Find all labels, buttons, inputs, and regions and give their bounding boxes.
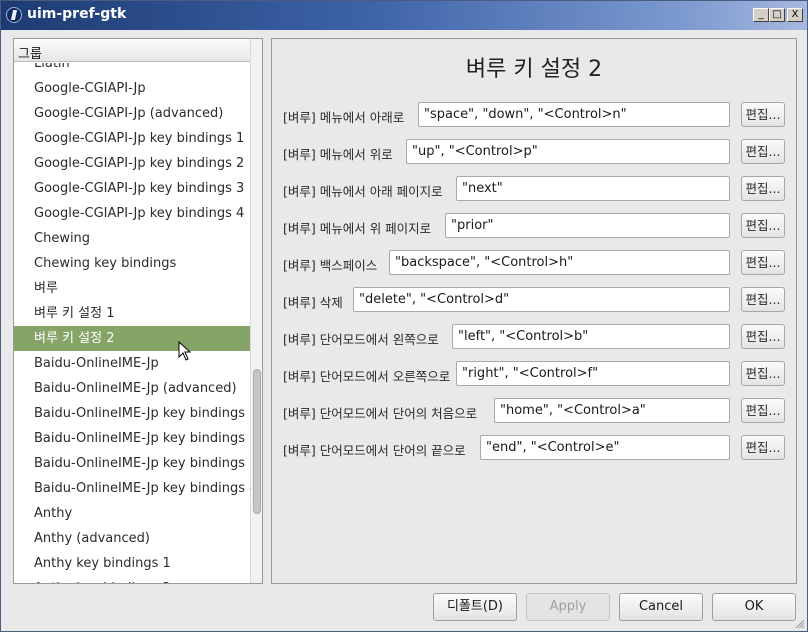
group-list-item[interactable]: Baidu-OnlineIME-Jp key bindings 2 — [14, 426, 250, 451]
group-list-item[interactable]: Anthy key bindings 2 — [14, 576, 250, 583]
group-list-item[interactable]: Chewing — [14, 226, 250, 251]
page-title: 벼루 키 설정 2 — [465, 57, 603, 82]
group-list-item[interactable]: Baidu-OnlineIME-Jp key bindings 1 — [14, 401, 250, 426]
key-binding-field[interactable]: "left", "<Control>b" — [452, 324, 730, 349]
group-list-items: Llatin Google-CGIAPI-Jp Google-CGIAPI-Jp (… — [14, 63, 250, 583]
close-button[interactable]: X — [787, 8, 803, 22]
setting-label: [벼루] 메뉴에서 위 페이지로 — [283, 221, 432, 236]
group-list-item[interactable]: Chewing key bindings — [14, 251, 250, 276]
edit-button[interactable]: 편집... — [741, 398, 785, 423]
group-list-item[interactable]: Google-CGIAPI-Jp (advanced) — [14, 101, 250, 126]
edit-button[interactable]: 편집... — [741, 435, 785, 460]
defaults-button[interactable]: 디폴트(D) — [433, 593, 517, 621]
group-list-item[interactable]: Google-CGIAPI-Jp key bindings 3 — [14, 176, 250, 201]
key-binding-field[interactable]: "delete", "<Control>d" — [353, 287, 730, 312]
group-list-item[interactable]: Baidu-OnlineIME-Jp key bindings 4 — [14, 476, 250, 501]
edit-button[interactable]: 편집... — [741, 176, 785, 201]
key-binding-field[interactable]: "end", "<Control>e" — [480, 435, 730, 460]
group-list-item[interactable]: Google-CGIAPI-Jp key bindings 1 — [14, 126, 250, 151]
group-list-item[interactable]: Baidu-OnlineIME-Jp key bindings 3 — [14, 451, 250, 476]
group-list-item[interactable]: 벼루 — [14, 276, 250, 301]
cancel-button[interactable]: Cancel — [619, 593, 703, 621]
setting-row: [벼루] 메뉴에서 아래 페이지로 "next" 편집... — [272, 176, 796, 202]
preferences-window: uim-pref-gtk _ □ X 그룹 Llatin Google-CGIAP… — [0, 0, 808, 632]
maximize-button[interactable]: □ — [769, 8, 785, 22]
group-list-item[interactable]: Google-CGIAPI-Jp key bindings 2 — [14, 151, 250, 176]
scrollbar-thumb[interactable] — [253, 369, 261, 514]
setting-row: [벼루] 단어모드에서 오른쪽으로 "right", "<Control>f" 편집… — [272, 361, 796, 387]
window-title: uim-pref-gtk — [27, 6, 127, 22]
key-binding-field[interactable]: "prior" — [445, 213, 730, 238]
group-list-item[interactable]: Anthy key bindings 1 — [14, 551, 250, 576]
uim-logo-icon — [6, 7, 22, 23]
setting-row: [벼루] 삭제 "delete", "<Control>d" 편집... — [272, 287, 796, 313]
setting-label: [벼루] 메뉴에서 아래로 — [283, 110, 405, 125]
setting-label: [벼루] 단어모드에서 단어의 끝으로 — [283, 443, 466, 458]
group-list-item[interactable]: Baidu-OnlineIME-Jp (advanced) — [14, 376, 250, 401]
edit-button[interactable]: 편집... — [741, 361, 785, 386]
group-list[interactable]: Llatin Google-CGIAPI-Jp Google-CGIAPI-Jp (… — [14, 63, 250, 583]
title-bar[interactable]: uim-pref-gtk _ □ X — [1, 1, 807, 30]
setting-label: [벼루] 메뉴에서 아래 페이지로 — [283, 184, 443, 199]
group-list-item[interactable]: Google-CGIAPI-Jp key bindings 4 — [14, 201, 250, 226]
setting-row: [벼루] 메뉴에서 위로 "up", "<Control>p" 편집... — [272, 139, 796, 165]
key-binding-field[interactable]: "home", "<Control>a" — [494, 398, 730, 423]
ok-button[interactable]: OK — [712, 593, 796, 621]
apply-button[interactable]: Apply — [526, 593, 610, 621]
resize-grip-icon[interactable] — [795, 619, 805, 629]
group-column-header[interactable]: 그룹 — [14, 39, 250, 62]
setting-label: [벼루] 삭제 — [283, 295, 343, 310]
setting-label: [벼루] 단어모드에서 왼쪽으로 — [283, 332, 439, 347]
edit-button[interactable]: 편집... — [741, 324, 785, 349]
group-list-pane: 그룹 Llatin Google-CGIAPI-Jp Google-CGIAPI-J… — [13, 38, 263, 584]
setting-label: [벼루] 단어모드에서 단어의 처음으로 — [283, 406, 478, 421]
setting-label: [벼루] 단어모드에서 오른쪽으로 — [283, 369, 451, 384]
key-binding-field[interactable]: "up", "<Control>p" — [406, 139, 730, 164]
group-list-item[interactable]: Anthy (advanced) — [14, 526, 250, 551]
edit-button[interactable]: 편집... — [741, 213, 785, 238]
edit-button[interactable]: 편집... — [741, 287, 785, 312]
edit-button[interactable]: 편집... — [741, 102, 785, 127]
setting-label: [벼루] 백스페이스 — [283, 258, 378, 273]
group-list-item[interactable]: Llatin — [14, 63, 250, 76]
minimize-button[interactable]: _ — [753, 8, 769, 22]
key-binding-field[interactable]: "right", "<Control>f" — [456, 361, 730, 386]
setting-row: [벼루] 메뉴에서 위 페이지로 "prior" 편집... — [272, 213, 796, 239]
key-binding-field[interactable]: "backspace", "<Control>h" — [389, 250, 730, 275]
setting-row: [벼루] 백스페이스 "backspace", "<Control>h" 편집... — [272, 250, 796, 276]
setting-label: [벼루] 메뉴에서 위로 — [283, 147, 393, 162]
group-list-item[interactable]: Google-CGIAPI-Jp — [14, 76, 250, 101]
setting-row: [벼루] 단어모드에서 왼쪽으로 "left", "<Control>b" 편집..… — [272, 324, 796, 350]
edit-button[interactable]: 편집... — [741, 139, 785, 164]
mouse-pointer-icon — [178, 341, 192, 361]
setting-row: [벼루] 단어모드에서 단어의 처음으로 "home", "<Control>a"… — [272, 398, 796, 424]
group-list-item[interactable]: Anthy — [14, 501, 250, 526]
group-list-item[interactable]: 벼루 키 설정 1 — [14, 301, 250, 326]
key-binding-field[interactable]: "next" — [456, 176, 730, 201]
group-list-scrollbar[interactable] — [250, 39, 262, 583]
group-list-item[interactable]: Baidu-OnlineIME-Jp — [14, 351, 250, 376]
setting-row: [벼루] 단어모드에서 단어의 끝으로 "end", "<Control>e" 편집… — [272, 435, 796, 461]
group-list-item[interactable]: 벼루 키 설정 2 — [14, 326, 250, 351]
settings-pane: 벼루 키 설정 2 [벼루] 메뉴에서 아래로 "space", "down", … — [271, 38, 797, 584]
setting-row: [벼루] 메뉴에서 아래로 "space", "down", "<Control>… — [272, 102, 796, 128]
edit-button[interactable]: 편집... — [741, 250, 785, 275]
key-binding-field[interactable]: "space", "down", "<Control>n" — [418, 102, 730, 127]
